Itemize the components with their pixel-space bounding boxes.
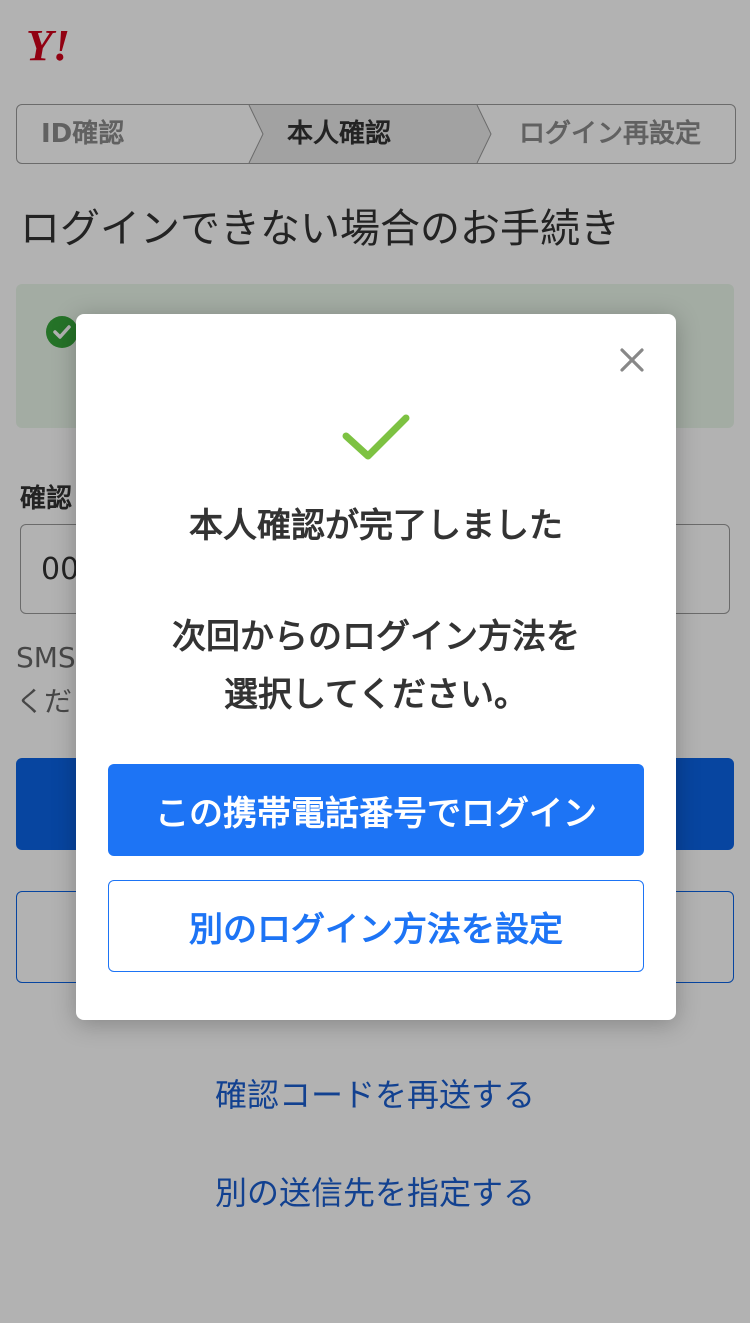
verification-complete-dialog: 本人確認が完了しました 次回からのログイン方法を 選択してください。 この携帯電… (76, 314, 676, 1020)
login-with-phone-button[interactable]: この携帯電話番号でログイン (108, 764, 644, 856)
checkmark-icon (340, 412, 412, 464)
dialog-message-line-2: 選択してください。 (224, 675, 528, 715)
dialog-heading: 本人確認が完了しました (189, 506, 563, 546)
dialog-message: 次回からのログイン方法を 選択してください。 (76, 608, 676, 724)
set-other-login-method-button[interactable]: 別のログイン方法を設定 (108, 880, 644, 972)
close-icon (620, 348, 644, 372)
dialog-message-line-1: 次回からのログイン方法を (172, 617, 580, 657)
close-button[interactable] (614, 342, 650, 378)
